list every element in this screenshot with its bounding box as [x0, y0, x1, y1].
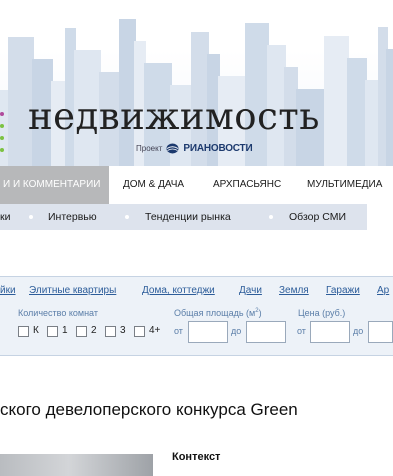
- category-link[interactable]: йки: [0, 285, 16, 296]
- skyline-building: [119, 19, 136, 166]
- project-line: Проект РИАНОВОСТИ: [136, 143, 253, 154]
- nav-item-arhpasyans[interactable]: АРХПАСЬЯНС: [213, 166, 281, 204]
- area-to-input[interactable]: [246, 321, 286, 343]
- skyline-building: [347, 58, 367, 166]
- subnav-item-partial[interactable]: ки: [0, 204, 10, 230]
- bullet-icon: [125, 215, 129, 219]
- city-skyline-image: [0, 19, 393, 166]
- property-search-panel: йки Элитные квартиры Дома, коттеджи Дачи…: [0, 276, 393, 356]
- rooms-option-label: 4+: [149, 325, 161, 336]
- category-land[interactable]: Земля: [279, 285, 309, 296]
- bullet-icon: [29, 215, 33, 219]
- subnav-item-market-trends[interactable]: Тенденции рынка: [145, 204, 231, 230]
- project-label: Проект: [136, 144, 163, 153]
- rooms-option-label: К: [33, 325, 39, 336]
- category-elite-apartments[interactable]: Элитные квартиры: [29, 285, 116, 296]
- ria-globe-icon: [166, 143, 179, 154]
- area-to-label: до: [231, 326, 242, 336]
- rooms-label: Количество комнат: [18, 308, 98, 318]
- price-label: Цена (руб.): [298, 308, 346, 318]
- rooms-checkbox-2[interactable]: [76, 326, 87, 337]
- price-from-input[interactable]: [310, 321, 350, 343]
- ria-brand-link[interactable]: РИАНОВОСТИ: [183, 143, 252, 154]
- subnav-item-media-review[interactable]: Обзор СМИ: [289, 204, 346, 230]
- category-partial[interactable]: Ар: [377, 285, 389, 296]
- nav-item-multimedia[interactable]: МУЛЬТИМЕДИА: [307, 166, 382, 204]
- rooms-option-label: 2: [91, 325, 97, 336]
- bullet-icon: [269, 215, 273, 219]
- rooms-checkbox-1[interactable]: [47, 326, 58, 337]
- site-header: недвижимость Проект РИАНОВОСТИ: [0, 0, 393, 166]
- nav-item-news-comments[interactable]: И И КОММЕНТАРИИ: [0, 166, 109, 204]
- subnav-item-interview[interactable]: Интервью: [48, 204, 97, 230]
- area-label: Общая площадь (м2): [174, 308, 262, 318]
- category-houses-cottages[interactable]: Дома, коттеджи: [142, 285, 215, 296]
- sub-navigation: ки Интервью Тенденции рынка Обзор СМИ: [0, 204, 367, 230]
- site-title[interactable]: недвижимость: [28, 98, 320, 135]
- area-from-input[interactable]: [188, 321, 228, 343]
- article-headline[interactable]: ского девелоперского конкурса Green: [0, 400, 298, 420]
- area-from-label: от: [174, 326, 183, 336]
- price-to-input[interactable]: [368, 321, 393, 343]
- skyline-building: [324, 36, 349, 166]
- skyline-building: [386, 49, 393, 166]
- rooms-checkbox-studio[interactable]: [18, 326, 29, 337]
- nav-item-home-dacha[interactable]: ДОМ & ДАЧА: [123, 166, 184, 204]
- rooms-checkbox-3[interactable]: [105, 326, 116, 337]
- article-photo[interactable]: [0, 454, 153, 476]
- rooms-option-label: 1: [62, 325, 68, 336]
- logo-mark-icon: [0, 110, 6, 156]
- rooms-checkbox-4plus[interactable]: [134, 326, 145, 337]
- rooms-option-label: 3: [120, 325, 126, 336]
- main-navigation: И И КОММЕНТАРИИ ДОМ & ДАЧА АРХПАСЬЯНС МУ…: [0, 166, 393, 204]
- context-heading: Контекст: [172, 451, 221, 463]
- skyline-building: [365, 80, 380, 166]
- category-dachas[interactable]: Дачи: [239, 285, 262, 296]
- price-from-label: от: [297, 326, 306, 336]
- price-to-label: до: [353, 326, 364, 336]
- category-garages[interactable]: Гаражи: [326, 285, 360, 296]
